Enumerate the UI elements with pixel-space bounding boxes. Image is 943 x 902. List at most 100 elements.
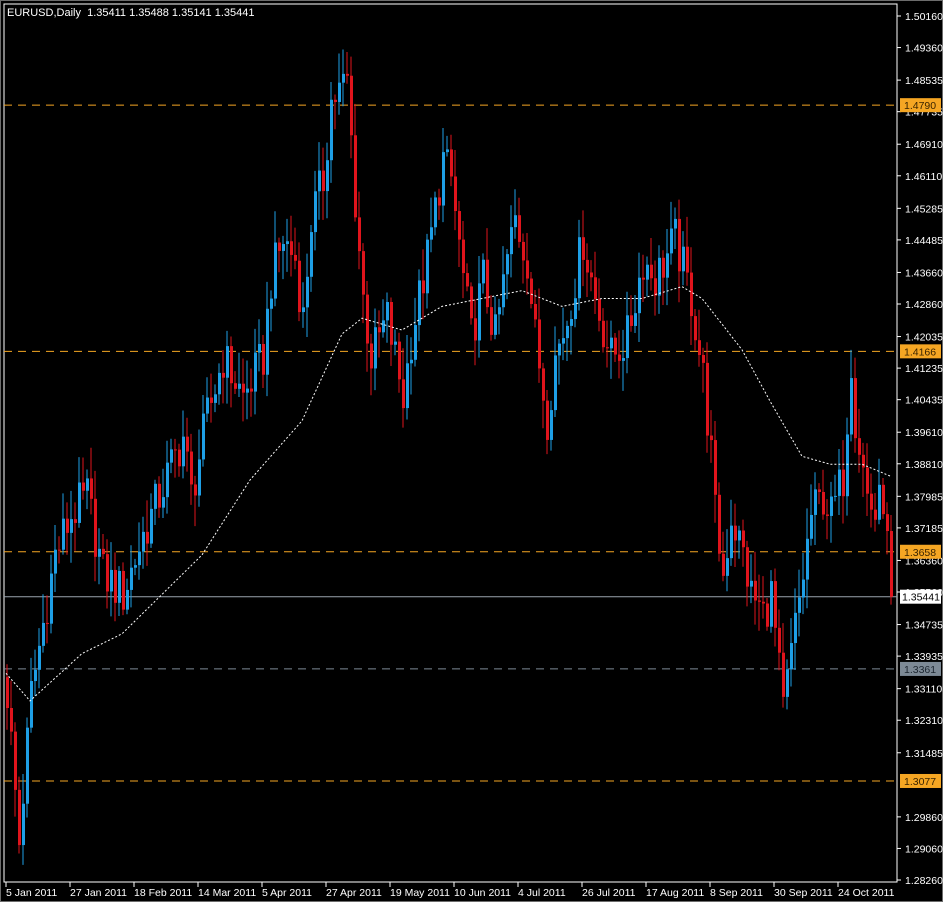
bear-candle [90, 478, 93, 499]
bear-candle [334, 99, 337, 102]
bear-candle [530, 278, 533, 304]
x-tick-label: 8 Sep 2011 [710, 887, 763, 899]
y-tick-label: 1.41235 [905, 363, 943, 375]
bull-candle [658, 257, 661, 296]
bear-candle [390, 302, 393, 345]
bull-candle [478, 283, 481, 341]
y-tick-label: 1.39610 [905, 427, 943, 439]
bear-candle [190, 451, 193, 485]
bear-candle [526, 260, 529, 279]
y-tick-label: 1.40435 [905, 395, 943, 407]
bull-candle [138, 551, 141, 566]
bull-candle [682, 246, 685, 272]
bear-candle [602, 320, 605, 348]
bear-candle [702, 354, 705, 363]
bull-candle [214, 394, 217, 403]
bull-candle [326, 160, 329, 192]
x-tick-label: 27 Apr 2011 [326, 887, 382, 899]
y-tick-label: 1.48535 [905, 75, 943, 87]
bear-candle [598, 299, 601, 321]
bull-candle [790, 643, 793, 670]
bear-candle [362, 251, 365, 295]
bull-candle [510, 227, 513, 255]
bull-candle [126, 589, 129, 610]
symbol-period: EURUSD,Daily [7, 7, 81, 19]
x-tick-label: 17 Aug 2011 [646, 887, 704, 899]
bear-candle [106, 554, 109, 592]
y-tick-label: 1.38810 [905, 459, 943, 471]
bull-candle [282, 244, 285, 251]
bear-candle [422, 280, 425, 294]
bull-candle [442, 152, 445, 206]
bull-candle [130, 567, 133, 590]
bear-candle [746, 547, 749, 587]
bull-candle [670, 228, 673, 254]
bull-candle [162, 497, 165, 508]
bear-candle [614, 337, 617, 355]
bull-candle [578, 237, 581, 299]
bear-candle [866, 467, 869, 494]
bull-candle [42, 622, 45, 646]
y-tick-label: 1.45285 [905, 203, 943, 215]
bear-candle [74, 519, 77, 523]
bull-candle [382, 320, 385, 333]
bear-candle [766, 603, 769, 627]
bull-candle [22, 803, 25, 846]
bull-candle [558, 343, 561, 356]
bull-candle [838, 469, 841, 496]
bull-candle [634, 313, 637, 326]
bull-candle [306, 276, 309, 308]
bull-candle [54, 549, 57, 574]
bear-candle [882, 484, 885, 515]
bear-candle [582, 237, 585, 260]
bear-candle [706, 362, 709, 436]
bear-candle [466, 273, 469, 287]
bear-candle [782, 652, 785, 697]
bear-candle [378, 327, 381, 333]
bear-candle [10, 708, 13, 732]
bull-candle [574, 298, 577, 320]
y-tick-label: 1.37985 [905, 491, 943, 503]
bull-candle [254, 352, 257, 392]
bear-candle [710, 435, 713, 441]
bull-candle [98, 548, 101, 557]
bull-candle [218, 372, 221, 395]
bear-candle [490, 307, 493, 335]
bull-candle [730, 525, 733, 559]
bull-candle [786, 669, 789, 697]
bull-candle [374, 327, 377, 369]
y-tick-label: 1.49360 [905, 43, 943, 55]
bull-candle [638, 277, 641, 314]
bull-candle [202, 413, 205, 460]
bull-candle [154, 483, 157, 509]
bear-candle [358, 217, 361, 252]
moving-average-line [5, 286, 891, 702]
bear-candle [606, 347, 609, 349]
bull-candle [338, 82, 341, 102]
bear-candle [818, 489, 821, 492]
bull-candle [226, 346, 229, 378]
bear-candle [174, 449, 177, 451]
bull-candle [118, 570, 121, 603]
y-tick-label: 1.42035 [905, 332, 943, 344]
y-tick-label: 1.29860 [905, 812, 943, 824]
x-tick-label: 26 Jul 2011 [582, 887, 636, 899]
bear-candle [250, 388, 253, 392]
y-tick-label: 1.34735 [905, 620, 943, 632]
bull-candle [274, 242, 277, 299]
bull-candle [674, 218, 677, 229]
bear-candle [762, 601, 765, 604]
bear-candle [686, 246, 689, 273]
bear-candle [586, 259, 589, 273]
bear-candle [714, 440, 717, 495]
candlestick-chart[interactable]: 1.501601.493601.485351.477351.469101.461… [0, 0, 943, 902]
x-tick-label: 19 May 2011 [390, 887, 450, 899]
bear-candle [346, 73, 349, 76]
bear-candle [294, 254, 297, 261]
y-tick-label: 1.33110 [905, 684, 942, 696]
y-tick-label: 1.37185 [905, 523, 943, 535]
bear-candle [262, 343, 265, 375]
y-tick-label: 1.42860 [905, 299, 943, 311]
bull-candle [418, 280, 421, 326]
bear-candle [722, 553, 725, 576]
